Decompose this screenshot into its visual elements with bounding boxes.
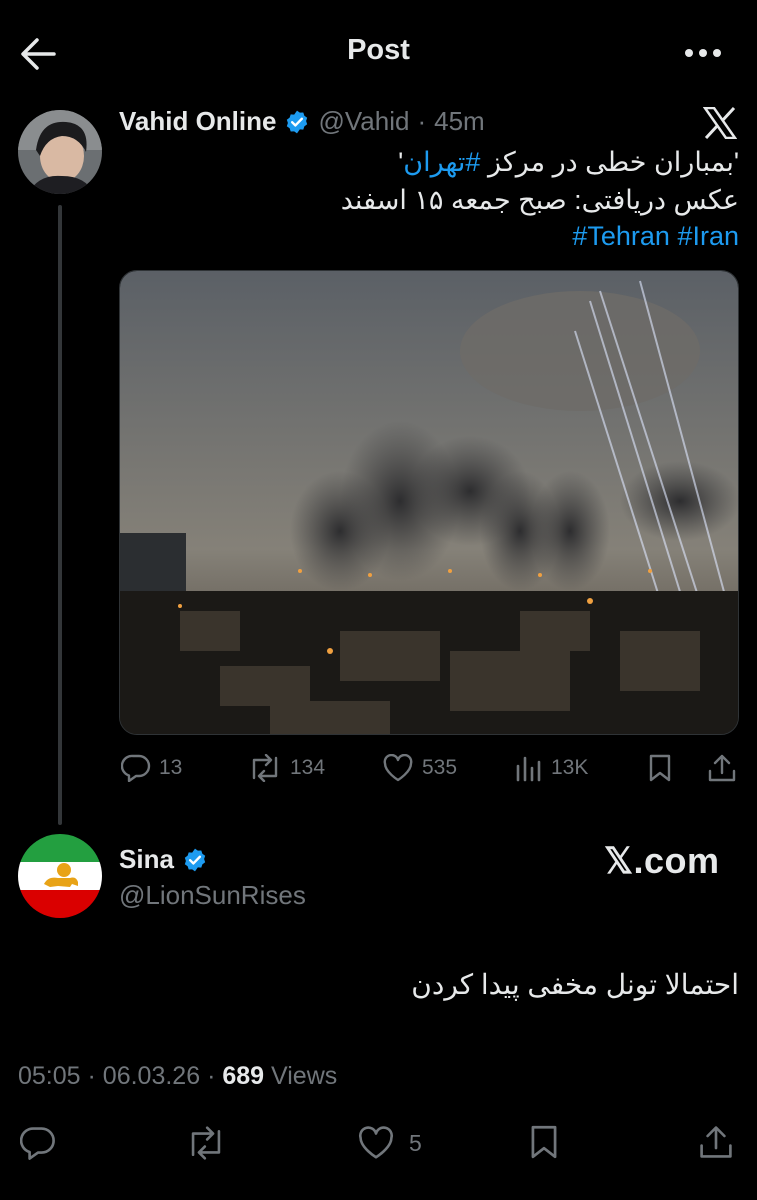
post-date: 06.03.26 [102, 1062, 201, 1090]
hashtag-tehran[interactable]: #Tehran [572, 221, 670, 251]
hashtag-tehran-fa[interactable]: #تهران [403, 147, 480, 177]
share-icon[interactable] [698, 1124, 734, 1160]
meta-separator: · [417, 106, 427, 136]
author-name[interactable]: Vahid Online [119, 106, 276, 137]
repost-count: 134 [290, 756, 326, 779]
heart-icon [357, 1126, 395, 1160]
page-title: Post [347, 34, 410, 66]
verified-badge-icon [182, 847, 208, 873]
tweet-media-image[interactable] [119, 270, 739, 735]
thread-connector-line [58, 205, 62, 825]
avatar[interactable] [18, 110, 102, 194]
views-label[interactable]: Views [271, 1062, 337, 1090]
tweet-author-row: Vahid Online @Vahid · 45m [119, 106, 485, 137]
post-time: 05:05 [18, 1062, 81, 1090]
heart-icon [382, 754, 414, 782]
reply-author-name[interactable]: Sina [119, 844, 174, 875]
views-action[interactable]: 13K [515, 754, 588, 782]
views-count: 13K [551, 756, 589, 779]
bookmark-icon[interactable] [647, 754, 673, 782]
hashtag-iran[interactable]: #Iran [677, 221, 739, 251]
repost-icon [248, 754, 282, 782]
author-handle[interactable]: @Vahid [318, 106, 409, 137]
reply-text: احتمالا تونل مخفی پیدا کردن [411, 969, 739, 1000]
reply-count: 13 [159, 756, 183, 779]
reply-author-handle[interactable]: @LionSunRises [119, 880, 306, 911]
like-action[interactable]: 5 [357, 1126, 422, 1160]
bookmark-icon[interactable] [528, 1124, 560, 1160]
reply-icon [121, 754, 151, 782]
views-number: 689 [222, 1062, 265, 1090]
avatar[interactable] [18, 834, 102, 918]
like-action[interactable]: 535 [382, 754, 457, 782]
tweet-hashtags: #Tehran #Iran [572, 217, 739, 255]
views-chart-icon [515, 754, 543, 782]
x-logo-icon [703, 107, 737, 139]
tweet-text-line-2: عکس دریافتی: صبح جمعه ۱۵ اسفند [340, 185, 739, 215]
reply-author-row: Sina [119, 844, 208, 875]
repost-icon[interactable] [186, 1126, 226, 1160]
reply-icon[interactable] [20, 1126, 56, 1160]
like-count: 5 [409, 1129, 422, 1156]
meta-dot: · [207, 1062, 216, 1090]
meta-dot: · [87, 1062, 96, 1090]
more-options-icon[interactable] [684, 48, 722, 58]
like-count: 535 [422, 756, 458, 779]
tweet-text-prefix: 'بمباران خطی در مرکز [480, 147, 739, 177]
tweet-text-line-1: 'بمباران خطی در مرکز #تهران' [398, 143, 739, 181]
reply-action[interactable]: 13 [121, 754, 182, 782]
tweet-time[interactable]: 45m [434, 106, 485, 137]
repost-action[interactable]: 134 [248, 754, 325, 782]
post-meta: 05:05 · 06.03.26 · 689 Views [18, 1062, 337, 1091]
x-com-watermark: 𝕏.com [604, 840, 720, 881]
verified-badge-icon [284, 109, 310, 135]
share-icon[interactable] [707, 753, 737, 783]
